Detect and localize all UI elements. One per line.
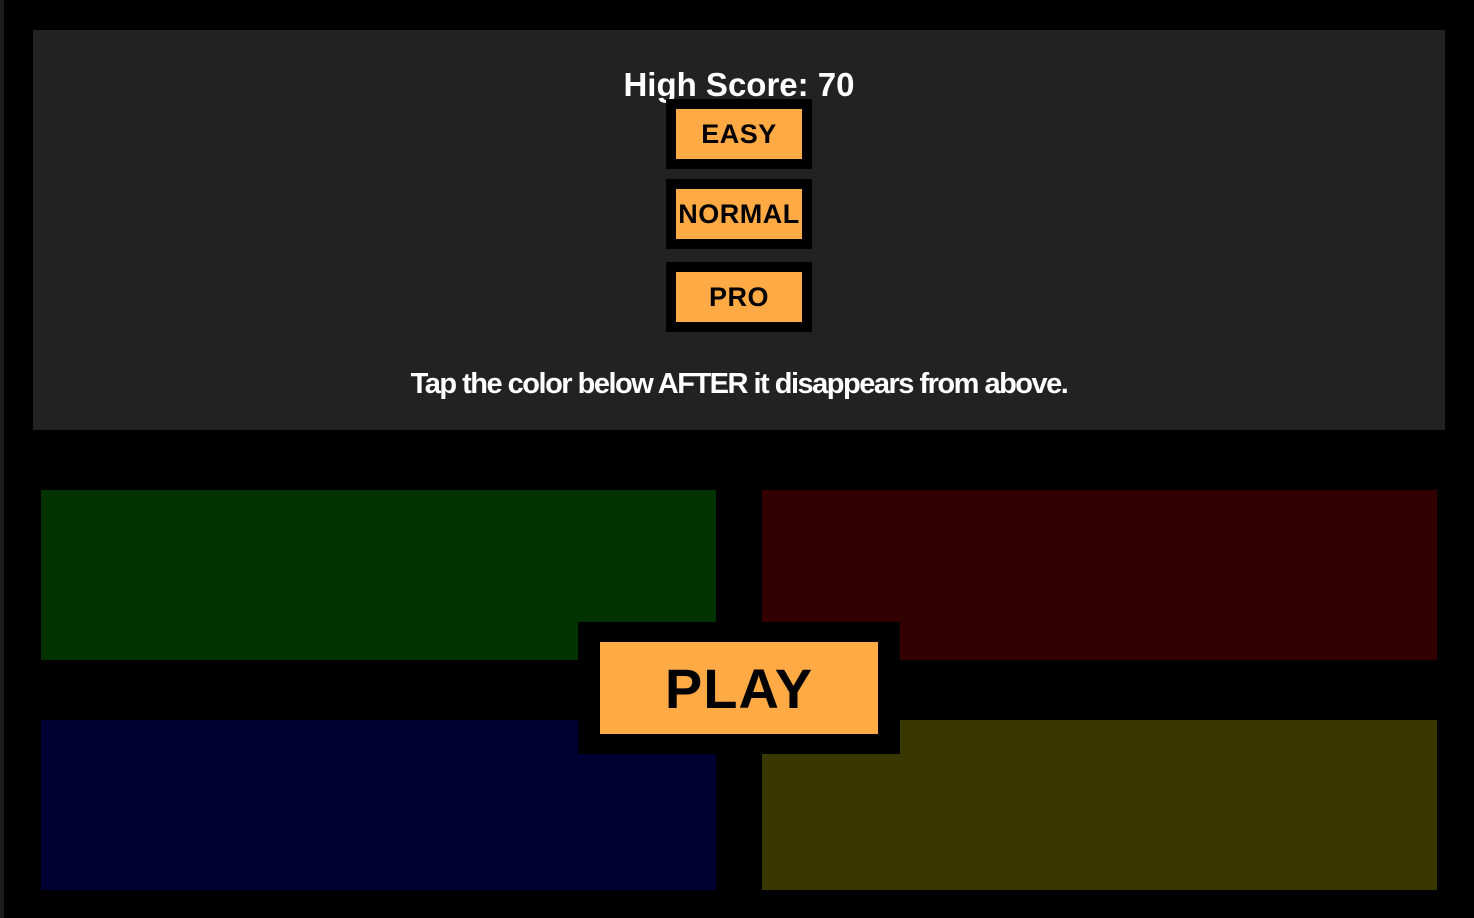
normal-button[interactable]: NORMAL xyxy=(666,179,812,249)
game-stage: High Score: 70 EASY NORMAL PRO Tap the c… xyxy=(0,0,1474,918)
normal-button-label: NORMAL xyxy=(676,189,802,239)
pro-button-label: PRO xyxy=(676,272,802,322)
easy-button-label: EASY xyxy=(676,109,802,159)
instructions-text: Tap the color below AFTER it disappears … xyxy=(410,368,1069,400)
easy-button[interactable]: EASY xyxy=(666,99,812,169)
top-panel: High Score: 70 EASY NORMAL PRO Tap the c… xyxy=(33,30,1445,430)
pro-button[interactable]: PRO xyxy=(666,262,812,332)
left-edge-border xyxy=(0,0,4,918)
play-button-label: PLAY xyxy=(600,642,878,734)
high-score-label: High Score: 70 xyxy=(623,66,855,103)
play-button[interactable]: PLAY xyxy=(578,622,900,754)
